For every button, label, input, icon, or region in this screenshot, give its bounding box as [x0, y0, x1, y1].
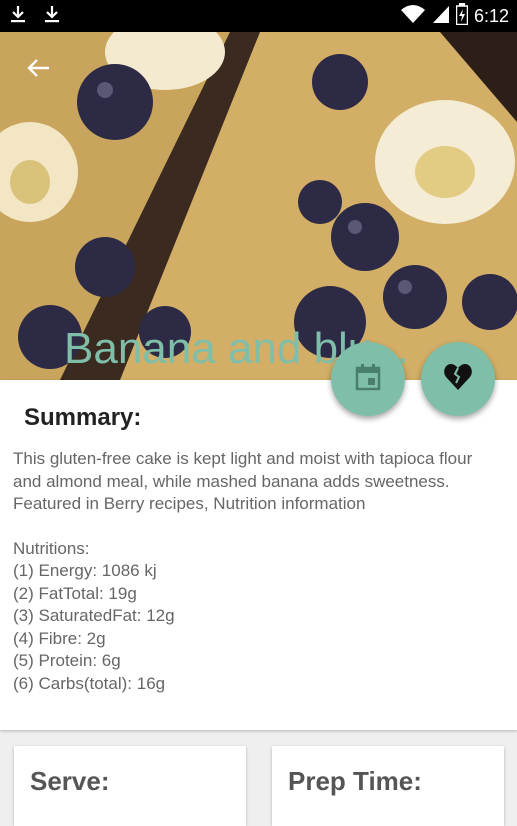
- battery-icon: [455, 2, 469, 30]
- prep-time-card: Prep Time:: [272, 746, 504, 826]
- serve-title: Serve:: [30, 766, 110, 796]
- nutrition-item: (2) FatTotal: 19g: [13, 583, 137, 603]
- calendar-icon: [355, 363, 381, 396]
- summary-card: Summary: This gluten-free cake is kept l…: [0, 380, 517, 730]
- nutrition-item: (4) Fibre: 2g: [13, 628, 106, 648]
- unfavorite-button[interactable]: [421, 342, 495, 416]
- download-icon: [42, 4, 62, 29]
- status-time: 6:12: [473, 5, 509, 26]
- nutrition-list: Nutritions: (1) Energy: 1086 kj (2) FatT…: [13, 538, 505, 696]
- serve-card: Serve:: [14, 746, 246, 826]
- nutrition-heading: Nutritions:: [13, 538, 90, 558]
- nutrition-item: (1) Energy: 1086 kj: [13, 561, 157, 580]
- arrow-left-icon: [25, 57, 51, 84]
- status-bar: 6:12: [0, 0, 517, 32]
- summary-description: This gluten-free cake is kept light and …: [13, 449, 473, 513]
- wifi-icon: [400, 4, 426, 29]
- nutrition-item: (6) Carbs(total): 16g: [13, 673, 166, 693]
- summary-title: Summary:: [24, 404, 142, 431]
- signal-icon: [432, 4, 450, 29]
- prep-time-title: Prep Time:: [288, 766, 422, 796]
- broken-heart-icon: [443, 363, 473, 396]
- nutrition-item: (3) SaturatedFat: 12g: [13, 606, 175, 625]
- recipe-hero-image: Banana and blu...: [0, 32, 517, 380]
- nutrition-item: (5) Protein: 6g: [13, 651, 121, 670]
- add-to-calendar-button[interactable]: [331, 342, 405, 416]
- back-button[interactable]: [20, 56, 56, 84]
- summary-content: This gluten-free cake is kept light and …: [13, 448, 505, 695]
- download-icon: [8, 4, 28, 29]
